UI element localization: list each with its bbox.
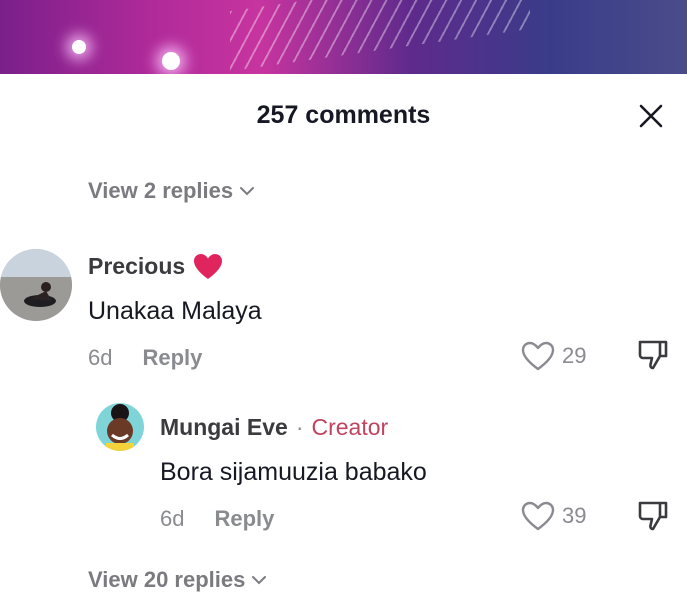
comment-text: Unakaa Malaya xyxy=(88,297,262,325)
reply-text: Bora sijamuuzia babako xyxy=(160,458,427,486)
video-preview-strip xyxy=(0,0,687,74)
chevron-down-icon xyxy=(252,576,267,585)
avatar-photo xyxy=(96,403,144,451)
thumbs-down-icon xyxy=(638,340,668,370)
red-heart-icon xyxy=(194,254,223,279)
view-replies-label: View 2 replies xyxy=(88,178,234,203)
avatar[interactable] xyxy=(0,249,72,321)
thumbs-down-icon xyxy=(638,501,668,531)
avatar-photo xyxy=(0,249,72,321)
reply-dislike-button[interactable] xyxy=(636,499,670,538)
reply-username-text: Mungai Eve xyxy=(160,414,288,440)
comment-age: 6d xyxy=(88,345,113,370)
like-count: 29 xyxy=(562,343,587,368)
close-icon xyxy=(639,104,663,128)
reply-like-count: 39 xyxy=(562,503,587,528)
comment-meta: 6d Reply xyxy=(88,345,202,371)
view-more-replies-label: View 20 replies xyxy=(88,567,246,592)
reply-age: 6d xyxy=(160,506,185,531)
creator-badge: Creator xyxy=(311,414,389,440)
view-more-replies-link[interactable]: View 20 replies xyxy=(88,567,267,593)
close-button[interactable] xyxy=(632,97,670,135)
dislike-button[interactable] xyxy=(636,338,670,377)
stage-light xyxy=(162,52,180,70)
heart-outline-icon xyxy=(521,341,555,371)
username-text: Precious xyxy=(88,253,186,279)
reply-avatar[interactable] xyxy=(96,403,144,451)
reply-reply-button[interactable]: Reply xyxy=(214,506,274,532)
stage-light xyxy=(72,40,86,54)
stage-truss xyxy=(230,0,530,72)
separator-dot: · xyxy=(295,414,304,440)
like-button[interactable]: 29 xyxy=(520,340,586,372)
reply-meta: 6d Reply xyxy=(160,506,274,532)
heart-outline-icon xyxy=(521,501,555,531)
comment-username[interactable]: Precious xyxy=(88,253,223,280)
view-replies-link[interactable]: View 2 replies xyxy=(88,178,255,204)
comments-count-title: 257 comments xyxy=(256,101,431,129)
chevron-down-icon xyxy=(240,187,255,196)
reply-button[interactable]: Reply xyxy=(142,345,202,371)
reply-username[interactable]: Mungai Eve · Creator xyxy=(160,414,388,441)
reply-like-button[interactable]: 39 xyxy=(520,500,586,532)
